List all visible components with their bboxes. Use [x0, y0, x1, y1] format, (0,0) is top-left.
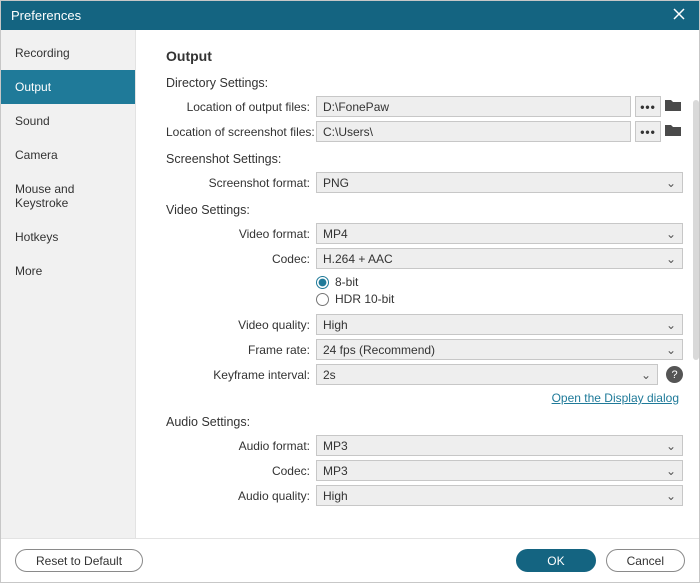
sidebar-item-output[interactable]: Output	[1, 70, 135, 104]
content: Output Directory Settings: Location of o…	[136, 30, 699, 538]
chevron-down-icon: ⌄	[666, 227, 676, 241]
bitdepth-8bit-input[interactable]	[316, 276, 329, 289]
audio-codec-label: Codec:	[166, 464, 316, 478]
output-location-field[interactable]: D:\FonePaw	[316, 96, 631, 117]
section-audio: Audio Settings:	[166, 415, 683, 429]
chevron-down-icon: ⌄	[666, 343, 676, 357]
output-location-label: Location of output files:	[166, 100, 316, 114]
bitdepth-8bit-radio[interactable]: 8-bit	[316, 275, 394, 289]
sidebar-item-hotkeys[interactable]: Hotkeys	[1, 220, 135, 254]
sidebar: Recording Output Sound Camera Mouse and …	[1, 30, 136, 538]
audio-quality-select[interactable]: High ⌄	[316, 485, 683, 506]
page-title: Output	[166, 48, 683, 64]
audio-codec-value: MP3	[323, 464, 348, 478]
chevron-down-icon: ⌄	[666, 252, 676, 266]
chevron-down-icon: ⌄	[666, 176, 676, 190]
cancel-button[interactable]: Cancel	[606, 549, 685, 572]
video-quality-select[interactable]: High ⌄	[316, 314, 683, 335]
sidebar-item-camera[interactable]: Camera	[1, 138, 135, 172]
video-format-label: Video format:	[166, 227, 316, 241]
audio-format-value: MP3	[323, 439, 348, 453]
bitdepth-hdr-radio[interactable]: HDR 10-bit	[316, 292, 394, 306]
reset-to-default-button[interactable]: Reset to Default	[15, 549, 143, 572]
output-location-open-folder-icon[interactable]	[665, 98, 683, 116]
frame-rate-label: Frame rate:	[166, 343, 316, 357]
sidebar-item-mouse-keystroke[interactable]: Mouse and Keystroke	[1, 172, 135, 220]
keyframe-interval-label: Keyframe interval:	[166, 368, 316, 382]
frame-rate-select[interactable]: 24 fps (Recommend) ⌄	[316, 339, 683, 360]
chevron-down-icon: ⌄	[666, 464, 676, 478]
video-quality-value: High	[323, 318, 348, 332]
keyframe-interval-value: 2s	[323, 368, 336, 382]
footer: Reset to Default OK Cancel	[1, 538, 699, 582]
keyframe-help-icon[interactable]: ?	[666, 366, 683, 383]
bitdepth-8bit-label: 8-bit	[335, 275, 358, 289]
open-display-dialog-link[interactable]: Open the Display dialog	[552, 391, 679, 405]
frame-rate-value: 24 fps (Recommend)	[323, 343, 435, 357]
body: Recording Output Sound Camera Mouse and …	[1, 30, 699, 538]
preferences-window: Preferences Recording Output Sound Camer…	[0, 0, 700, 583]
video-format-value: MP4	[323, 227, 348, 241]
section-directory: Directory Settings:	[166, 76, 683, 90]
screenshot-location-open-folder-icon[interactable]	[665, 123, 683, 141]
audio-quality-label: Audio quality:	[166, 489, 316, 503]
chevron-down-icon: ⌄	[666, 489, 676, 503]
keyframe-interval-select[interactable]: 2s ⌄	[316, 364, 658, 385]
section-screenshot: Screenshot Settings:	[166, 152, 683, 166]
chevron-down-icon: ⌄	[666, 439, 676, 453]
screenshot-location-label: Location of screenshot files:	[166, 125, 316, 139]
chevron-down-icon: ⌄	[666, 318, 676, 332]
audio-format-label: Audio format:	[166, 439, 316, 453]
ok-button[interactable]: OK	[516, 549, 595, 572]
screenshot-format-label: Screenshot format:	[166, 176, 316, 190]
bitdepth-radio-group: 8-bit HDR 10-bit	[316, 273, 394, 310]
video-codec-label: Codec:	[166, 252, 316, 266]
audio-format-select[interactable]: MP3 ⌄	[316, 435, 683, 456]
audio-codec-select[interactable]: MP3 ⌄	[316, 460, 683, 481]
sidebar-item-more[interactable]: More	[1, 254, 135, 288]
bitdepth-hdr-label: HDR 10-bit	[335, 292, 394, 306]
video-quality-label: Video quality:	[166, 318, 316, 332]
sidebar-item-sound[interactable]: Sound	[1, 104, 135, 138]
screenshot-format-select[interactable]: PNG ⌄	[316, 172, 683, 193]
window-title: Preferences	[11, 8, 669, 23]
screenshot-location-browse-button[interactable]: •••	[635, 121, 661, 142]
titlebar: Preferences	[1, 1, 699, 30]
close-icon[interactable]	[669, 7, 689, 25]
section-video: Video Settings:	[166, 203, 683, 217]
video-codec-select[interactable]: H.264 + AAC ⌄	[316, 248, 683, 269]
screenshot-format-value: PNG	[323, 176, 349, 190]
output-location-browse-button[interactable]: •••	[635, 96, 661, 117]
video-codec-value: H.264 + AAC	[323, 252, 393, 266]
audio-quality-value: High	[323, 489, 348, 503]
video-format-select[interactable]: MP4 ⌄	[316, 223, 683, 244]
sidebar-item-recording[interactable]: Recording	[1, 36, 135, 70]
chevron-down-icon: ⌄	[641, 368, 651, 382]
bitdepth-hdr-input[interactable]	[316, 293, 329, 306]
scrollbar[interactable]	[693, 100, 699, 360]
screenshot-location-field[interactable]: C:\Users\	[316, 121, 631, 142]
